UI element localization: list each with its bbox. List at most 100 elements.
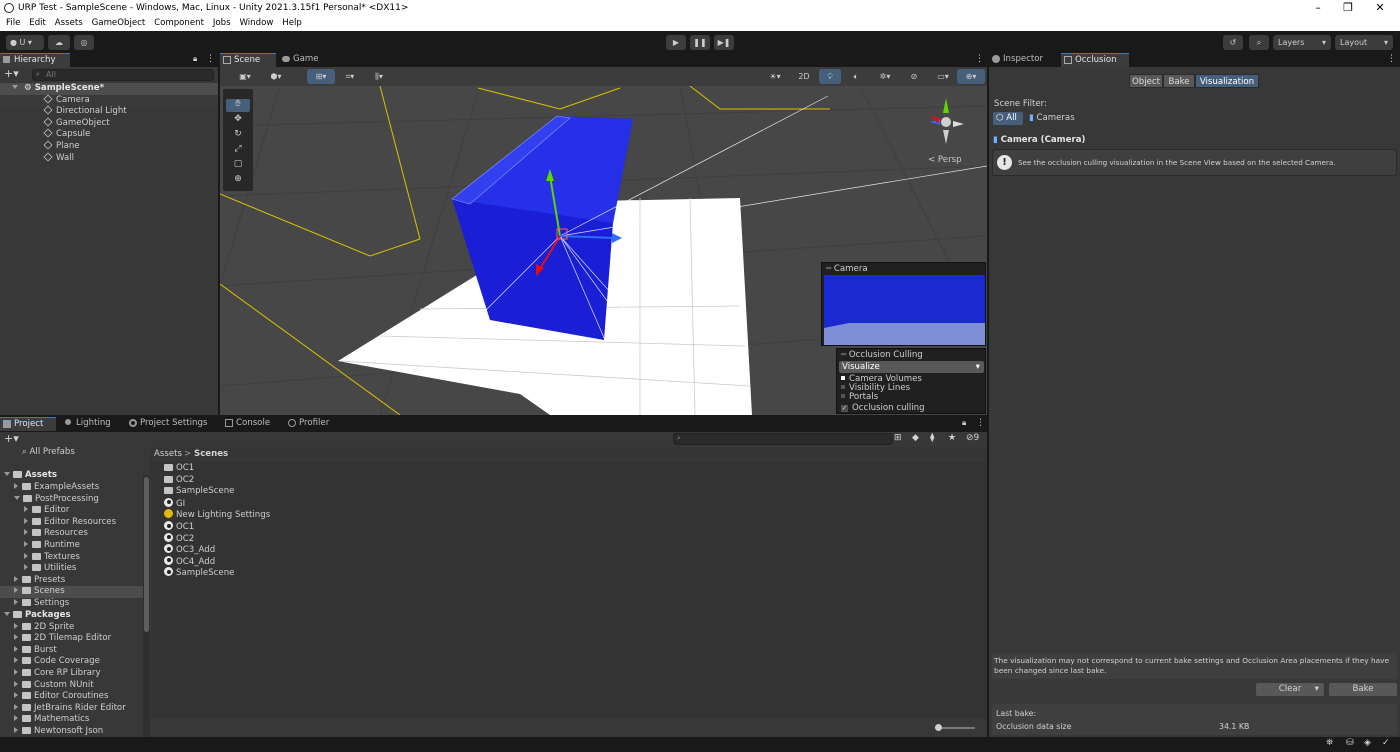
search-icon[interactable]: ⌕ <box>1249 35 1269 50</box>
visualize-mode-dropdown[interactable]: Visualize ▾ <box>839 361 984 373</box>
cloud-icon[interactable]: ☁ <box>48 35 70 50</box>
chevron-right-icon[interactable] <box>24 541 28 547</box>
menu-edit[interactable]: Edit <box>29 18 46 28</box>
tree-scrollbar-thumb[interactable] <box>144 477 149 632</box>
file-item[interactable]: New Lighting Settings <box>164 509 270 521</box>
tree-folder[interactable]: Runtime <box>0 540 143 552</box>
scene-row[interactable]: ⚙ SampleScene* <box>0 83 218 95</box>
history-icon[interactable]: ↺ <box>1223 35 1243 50</box>
tree-package[interactable]: Custom NUnit <box>0 680 94 692</box>
account-button[interactable]: ● U ▾ <box>6 35 44 50</box>
chevron-right-icon[interactable] <box>24 506 28 513</box>
tree-package[interactable]: 2D Sprite <box>0 622 74 634</box>
tree-folder[interactable]: Utilities <box>0 563 143 575</box>
tree-assets-root[interactable]: Assets <box>4 470 57 482</box>
shading-dropdown[interactable]: ⬢▾ <box>262 69 290 84</box>
tab-scene[interactable]: Scene <box>220 53 276 67</box>
tree-package[interactable]: Code Coverage <box>0 656 100 668</box>
tree-folder[interactable]: Scenes <box>0 586 143 598</box>
tree-package[interactable]: Mathematics <box>0 714 89 726</box>
chevron-right-icon[interactable] <box>14 703 18 710</box>
mode-visualization-button[interactable]: Visualization <box>1195 74 1259 88</box>
tree-package[interactable]: Burst <box>0 645 57 657</box>
progress-icon[interactable]: ⛯ <box>1326 738 1333 748</box>
tab-console[interactable]: Console <box>222 417 274 431</box>
search-by-label-icon[interactable]: ⧫ <box>930 433 934 443</box>
file-item[interactable]: SampleScene <box>164 567 234 579</box>
hierarchy-item-wall[interactable]: Wall <box>0 152 74 165</box>
tab-occlusion[interactable]: Occlusion <box>1061 53 1129 67</box>
bake-button[interactable]: Bake <box>1329 683 1397 696</box>
tab-hierarchy[interactable]: Hierarchy <box>0 53 70 67</box>
lock-icon[interactable]: 🔒︎ <box>193 54 197 64</box>
file-item[interactable]: OC3_Add <box>164 544 215 556</box>
tree-package[interactable]: 2D Tilemap Editor <box>0 633 111 645</box>
tab-project-settings[interactable]: Project Settings <box>126 417 216 431</box>
chevron-down-icon[interactable] <box>14 495 20 500</box>
tool-settings-dropdown[interactable]: ⫼▾ <box>366 69 392 84</box>
lightbake-icon[interactable]: ◈ <box>1364 738 1371 748</box>
chevron-right-icon[interactable] <box>14 727 18 733</box>
hierarchy-item-plane[interactable]: Plane <box>0 140 80 153</box>
file-item[interactable]: GI <box>164 497 185 510</box>
breadcrumb-assets[interactable]: Assets <box>154 449 182 459</box>
occlusion-culling-checkbox[interactable]: ✓ Occlusion culling <box>841 403 925 413</box>
file-item[interactable]: OC2 <box>164 475 194 487</box>
camera-settings-dropdown[interactable]: ▭▾ <box>929 69 957 84</box>
lighting-dropdown[interactable]: ☀▾ <box>761 69 789 84</box>
tree-package[interactable]: Newtonsoft Json <box>0 726 103 737</box>
breadcrumb-scenes[interactable]: Scenes <box>194 449 228 459</box>
hierarchy-item-camera[interactable]: Camera <box>0 94 218 107</box>
menu-file[interactable]: File <box>6 18 20 28</box>
mode-object-button[interactable]: Object <box>1129 74 1163 88</box>
hidden-packages-icon[interactable]: ⊘9 <box>966 433 979 443</box>
tree-package[interactable]: Editor Coroutines <box>0 691 108 703</box>
layout-dropdown[interactable]: Layout ▾ <box>1335 35 1393 50</box>
panel-menu-icon[interactable]: ⋮ <box>976 418 985 428</box>
hierarchy-item-gameobject[interactable]: GameObject <box>0 117 110 130</box>
step-button[interactable]: ▶❚ <box>714 35 734 50</box>
draw-mode-dropdown[interactable]: ▣▾ <box>232 69 258 84</box>
tab-profiler[interactable]: Profiler <box>285 417 337 431</box>
tree-package[interactable]: Core RP Library <box>0 668 101 680</box>
tree-folder[interactable]: Resources <box>0 528 143 540</box>
menu-gameobject[interactable]: GameObject <box>92 18 146 28</box>
rotate-tool-icon[interactable]: ↻ <box>226 129 250 142</box>
chevron-right-icon[interactable] <box>24 529 28 536</box>
chevron-right-icon[interactable] <box>14 669 18 675</box>
create-button[interactable]: +▾ <box>4 432 19 445</box>
grid-snap-dropdown[interactable]: ⊞▾ <box>307 69 335 84</box>
add-button[interactable]: +▾ <box>4 67 19 80</box>
snap-increment-dropdown[interactable]: ⌗▾ <box>338 69 362 84</box>
tree-folder[interactable]: ExampleAssets <box>0 482 143 494</box>
rect-tool-icon[interactable]: ▢ <box>226 159 250 172</box>
move-tool-icon[interactable]: ✥ <box>226 114 250 127</box>
tab-lighting[interactable]: Lighting <box>62 417 122 431</box>
clear-dropdown[interactable]: Clear ▾ <box>1256 683 1324 696</box>
hand-tool-icon[interactable]: ✋︎ <box>226 99 250 112</box>
chevron-right-icon[interactable] <box>14 645 18 652</box>
panel-menu-icon[interactable]: ⋮ <box>1387 54 1396 64</box>
collab-icon[interactable]: ◎ <box>74 35 94 50</box>
play-button[interactable]: ▶ <box>666 35 686 50</box>
tree-package[interactable]: JetBrains Rider Editor <box>0 703 126 715</box>
menu-component[interactable]: Component <box>154 18 204 28</box>
chevron-right-icon[interactable] <box>24 517 28 524</box>
toggle-2d-button[interactable]: 2D <box>793 69 815 84</box>
minimize-button[interactable]: – <box>1303 1 1333 14</box>
menu-jobs[interactable]: Jobs <box>213 18 231 28</box>
file-item[interactable]: SampleScene <box>164 486 234 498</box>
pause-button[interactable]: ❚❚ <box>690 35 710 50</box>
tree-folder[interactable]: Editor Resources <box>0 517 143 529</box>
tree-packages-root[interactable]: Packages <box>4 610 71 622</box>
tree-folder[interactable]: Editor <box>0 505 143 517</box>
panel-menu-icon[interactable]: ⋮ <box>975 54 984 64</box>
transform-tool-icon[interactable]: ⊕ <box>226 174 250 187</box>
light-bulb-icon[interactable]: 💡︎ <box>819 69 841 84</box>
filter-all-button[interactable]: ⬡ All <box>993 112 1023 125</box>
chevron-right-icon[interactable] <box>14 599 18 605</box>
chevron-right-icon[interactable] <box>14 680 18 687</box>
file-item[interactable]: OC2 <box>164 532 194 545</box>
cache-icon[interactable]: ⛁ <box>1346 738 1354 748</box>
lock-icon[interactable]: 🔒︎ <box>962 418 966 428</box>
